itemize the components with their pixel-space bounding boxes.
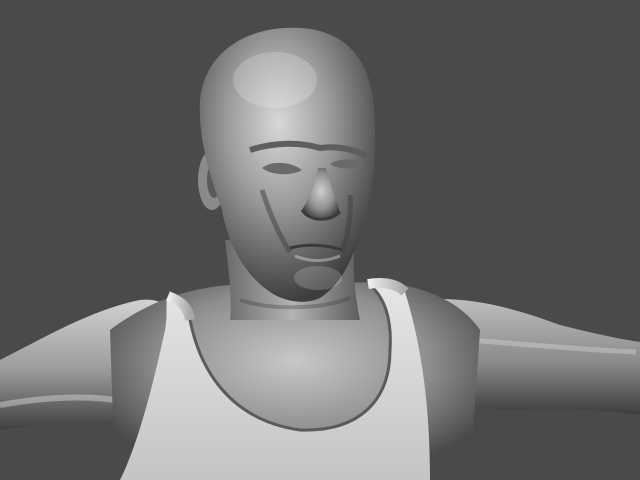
render-viewport <box>0 0 640 480</box>
render-canvas <box>0 0 640 480</box>
